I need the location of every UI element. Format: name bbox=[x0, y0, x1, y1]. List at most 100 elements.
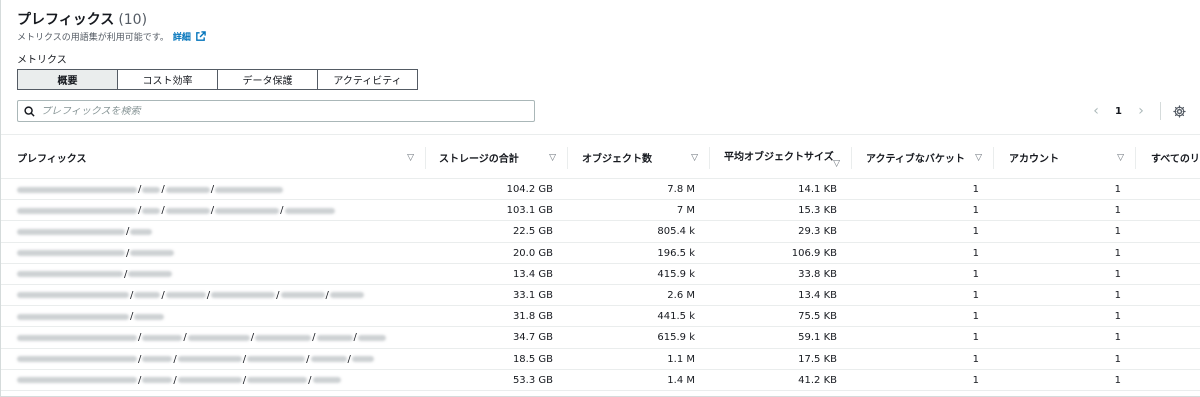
sort-icon[interactable]: ▽ bbox=[691, 153, 698, 163]
cell-total-storage: 53.3 GB bbox=[512, 374, 553, 386]
col-label: プレフィックス bbox=[17, 154, 87, 165]
table-row[interactable]: / / / / / 34.7 GB 615.9 k 59.1 KB 1 1 bbox=[1, 327, 1200, 349]
col-avg-object-size[interactable]: 平均オブジェクトサイズ ▽ bbox=[710, 135, 852, 180]
table-header: プレフィックス ▽ ストレージの合計 ▽ オブジェクト数 ▽ 平均オブジェクトサ… bbox=[1, 134, 1200, 179]
col-label: 平均オブジェクトサイズ bbox=[724, 151, 834, 163]
prefix-redacted[interactable]: / bbox=[17, 306, 417, 327]
page-title: プレフィックス (10) bbox=[17, 9, 147, 29]
title-count: (10) bbox=[118, 12, 148, 28]
col-all-requests[interactable]: すべてのリ bbox=[1136, 135, 1200, 180]
search-input[interactable] bbox=[41, 105, 521, 117]
redacted-segment bbox=[165, 292, 206, 299]
prev-page-icon[interactable]: ‹ bbox=[1089, 103, 1103, 119]
cell-avg-object-size: 41.2 KB bbox=[798, 374, 837, 386]
tab-activity[interactable]: アクティビティ bbox=[317, 69, 418, 90]
table-row[interactable]: / / / / / 33.1 GB 2.6 M 13.4 KB 1 1 bbox=[1, 285, 1200, 307]
cell-object-count: 1.1 M bbox=[667, 353, 695, 365]
path-separator: / bbox=[138, 184, 142, 195]
cell-object-count: 2.6 M bbox=[667, 289, 695, 301]
title-text: プレフィックス bbox=[17, 12, 115, 28]
prefix-redacted[interactable]: / bbox=[17, 243, 417, 264]
details-link[interactable]: 詳細 bbox=[173, 30, 191, 43]
sort-icon[interactable]: ▽ bbox=[407, 153, 414, 163]
path-separator: / bbox=[124, 268, 128, 280]
table-row[interactable]: / 31.8 GB 441.5 k 75.5 KB 1 1 bbox=[1, 306, 1200, 328]
cell-accounts: 1 bbox=[1114, 374, 1121, 386]
settings-icon[interactable] bbox=[1173, 104, 1186, 118]
redacted-segment bbox=[142, 334, 183, 341]
tab-overview[interactable]: 概要 bbox=[17, 69, 118, 90]
pager-divider bbox=[1160, 102, 1161, 120]
prefix-redacted[interactable]: / / / / / bbox=[17, 285, 417, 306]
table-row[interactable]: / 22.5 GB 805.4 k 29.3 KB 1 1 bbox=[1, 221, 1200, 243]
cell-total-storage: 18.5 GB bbox=[512, 353, 553, 365]
cell-total-storage: 31.8 GB bbox=[512, 311, 553, 323]
redacted-segment bbox=[134, 313, 165, 320]
redacted-segment bbox=[211, 292, 276, 299]
redacted-segment bbox=[17, 228, 125, 235]
prefix-redacted[interactable]: / / / / bbox=[17, 200, 417, 221]
col-object-count[interactable]: オブジェクト数 ▽ bbox=[568, 135, 710, 180]
path-separator: / bbox=[130, 289, 134, 301]
redacted-segment bbox=[17, 334, 137, 341]
cell-total-storage: 33.1 GB bbox=[512, 289, 553, 301]
cell-total-storage: 20.0 GB bbox=[512, 247, 553, 259]
col-active-buckets[interactable]: アクティブなバケット ▽ bbox=[852, 135, 994, 180]
current-page[interactable]: 1 bbox=[1115, 106, 1122, 117]
col-total-storage[interactable]: ストレージの合計 ▽ bbox=[427, 135, 568, 180]
redacted-segment bbox=[142, 377, 173, 384]
cell-avg-object-size: 15.3 KB bbox=[798, 205, 837, 217]
tab-data-protection[interactable]: データ保護 bbox=[217, 69, 318, 90]
path-separator: / bbox=[161, 289, 165, 301]
redacted-segment bbox=[17, 313, 129, 320]
redacted-segment bbox=[17, 292, 129, 299]
redacted-segment bbox=[142, 207, 161, 214]
external-link-icon[interactable] bbox=[195, 31, 206, 42]
cell-accounts: 1 bbox=[1114, 226, 1121, 238]
redacted-segment bbox=[351, 356, 374, 362]
path-separator: / bbox=[306, 353, 310, 365]
prefix-redacted[interactable]: / / / / / bbox=[17, 327, 417, 348]
table-row[interactable]: / / / / 103.1 GB 7 M 15.3 KB 1 1 bbox=[1, 200, 1200, 222]
tab-cost-efficiency[interactable]: コスト効率 bbox=[117, 69, 218, 90]
cell-accounts: 1 bbox=[1114, 268, 1121, 280]
prefix-redacted[interactable]: / / / / bbox=[17, 370, 417, 391]
table-row[interactable]: / 20.0 GB 196.5 k 106.9 KB 1 1 bbox=[1, 243, 1200, 264]
column-divider bbox=[425, 147, 426, 169]
path-separator: / bbox=[138, 205, 142, 217]
path-separator: / bbox=[126, 226, 130, 238]
cell-active-buckets: 1 bbox=[972, 247, 979, 259]
table-row[interactable]: / / / / / 18.5 GB 1.1 M 17.5 KB 1 1 bbox=[1, 349, 1200, 370]
col-prefix[interactable]: プレフィックス ▽ bbox=[17, 135, 426, 180]
cell-avg-object-size: 75.5 KB bbox=[798, 311, 837, 323]
prefix-redacted[interactable]: / / / bbox=[17, 179, 417, 200]
prefix-redacted[interactable]: / / / / / bbox=[17, 349, 417, 370]
cell-avg-object-size: 29.3 KB bbox=[798, 226, 837, 238]
cell-active-buckets: 1 bbox=[972, 289, 979, 301]
redacted-segment bbox=[187, 334, 250, 341]
cell-avg-object-size: 14.1 KB bbox=[798, 184, 837, 195]
cell-accounts: 1 bbox=[1114, 332, 1121, 344]
sort-icon[interactable]: ▽ bbox=[1117, 153, 1124, 163]
path-separator: / bbox=[161, 184, 165, 195]
next-page-icon[interactable]: › bbox=[1134, 103, 1148, 119]
sort-icon[interactable]: ▽ bbox=[833, 159, 840, 169]
sort-icon[interactable]: ▽ bbox=[549, 153, 556, 163]
path-separator: / bbox=[242, 374, 247, 386]
prefix-redacted[interactable]: / bbox=[17, 221, 417, 242]
redacted-segment bbox=[165, 207, 210, 214]
redacted-segment bbox=[329, 292, 364, 299]
table-row[interactable]: / / / 104.2 GB 7.8 M 14.1 KB 1 1 bbox=[1, 179, 1200, 201]
col-accounts[interactable]: アカウント ▽ bbox=[994, 135, 1136, 180]
col-label: オブジェクト数 bbox=[582, 154, 652, 165]
cell-accounts: 1 bbox=[1114, 289, 1121, 301]
prefix-redacted[interactable]: / bbox=[17, 264, 417, 285]
table-row[interactable]: / 13.4 GB 415.9 k 33.8 KB 1 1 bbox=[1, 264, 1200, 285]
cell-total-storage: 13.4 GB bbox=[512, 268, 553, 280]
redacted-segment bbox=[134, 292, 161, 299]
redacted-segment bbox=[165, 186, 210, 193]
sort-icon[interactable]: ▽ bbox=[975, 153, 982, 163]
cell-avg-object-size: 106.9 KB bbox=[791, 247, 837, 259]
cell-active-buckets: 1 bbox=[972, 374, 979, 386]
table-row[interactable]: / / / / 53.3 GB 1.4 M 41.2 KB 1 1 bbox=[1, 370, 1200, 391]
